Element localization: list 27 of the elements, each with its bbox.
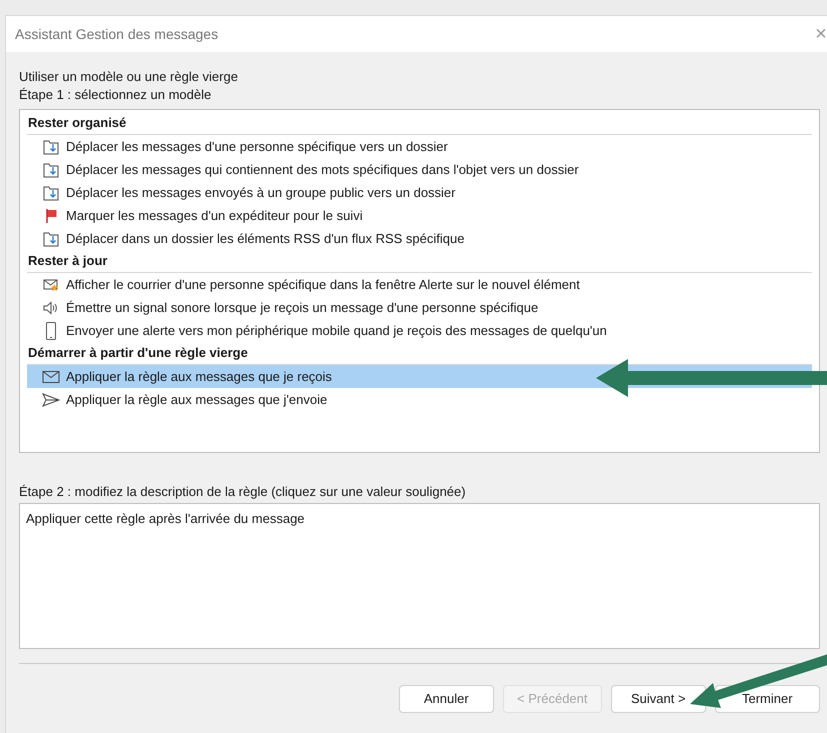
template-item[interactable]: Afficher le courrier d'une personne spécifique dans la fenêtre Alerte sur le nouvel élément	[27, 273, 812, 296]
envelope-icon	[42, 370, 60, 384]
template-item[interactable]: Déplacer les messages qui contiennent des mots spécifiques dans l'objet vers un dossier	[27, 158, 812, 181]
speaker-icon	[42, 300, 60, 316]
folder-arrow-icon	[43, 162, 59, 178]
template-item[interactable]: Déplacer les messages d'une personne spécifique vers un dossier	[27, 135, 812, 158]
folder-arrow-icon	[43, 138, 59, 154]
description-text: Appliquer cette règle après l'arrivée du message	[26, 511, 305, 526]
step-label: Étape 1 : sélectionnez un modèle	[19, 86, 212, 104]
step-label: Étape 2 : modifiez la description de la règle (cliquez sur une valeur soulignée)	[19, 483, 467, 501]
send-icon	[42, 392, 60, 406]
group-header: Rester à jour	[27, 250, 812, 273]
template-item[interactable]: Marquer les messages d'un expéditeur pour le suivi	[27, 204, 812, 227]
template-item[interactable]: Émettre un signal sonore lorsque je reçois un message d'une personne spécifique	[27, 296, 812, 319]
dialog-button[interactable]: Annuler	[399, 685, 494, 713]
folder-arrow-icon	[43, 184, 59, 200]
folder-arrow-icon	[43, 230, 59, 246]
template-item[interactable]: Appliquer la règle aux messages que j'envoie	[27, 388, 812, 411]
envelope-star-icon	[43, 276, 59, 292]
phone-icon	[43, 322, 59, 340]
template-item[interactable]: Déplacer dans un dossier les éléments RSS d'un flux RSS spécifique	[27, 227, 812, 250]
template-item[interactable]: Envoyer une alerte vers mon périphérique mobile quand je reçois des messages de quelqu'un	[27, 319, 812, 342]
group-header: Rester organisé	[27, 112, 812, 135]
template-item[interactable]: Déplacer les messages envoyés à un groupe public vers un dossier	[27, 181, 812, 204]
window-title: Assistant Gestion des messages	[15, 24, 218, 44]
intro-text: Utiliser un modèle ou une règle vierge	[19, 68, 239, 86]
dialog-button[interactable]: Suivant >	[611, 685, 706, 713]
